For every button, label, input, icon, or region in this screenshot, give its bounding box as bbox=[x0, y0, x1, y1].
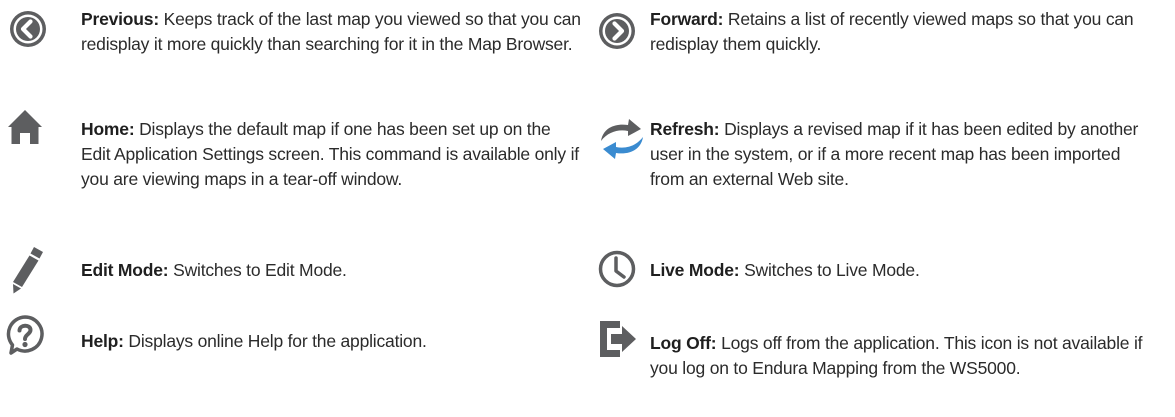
entry-previous: Previous: Keeps track of the last map yo… bbox=[81, 7, 581, 57]
entry-live-mode: Live Mode: Switches to Live Mode. bbox=[650, 258, 1150, 283]
entry-home: Home: Displays the default map if one ha… bbox=[81, 117, 581, 192]
arrow-right-circle-icon[interactable] bbox=[597, 11, 637, 51]
help-icon[interactable] bbox=[5, 314, 45, 356]
entry-log-off: Log Off: Logs off from the application. … bbox=[650, 331, 1150, 381]
entry-description: Displays online Help for the application… bbox=[123, 331, 427, 351]
clock-icon[interactable] bbox=[597, 249, 637, 289]
entry-help: Help: Displays online Help for the appli… bbox=[81, 329, 581, 354]
entry-edit-mode: Edit Mode: Switches to Edit Mode. bbox=[81, 258, 581, 283]
entry-refresh: Refresh: Displays a revised map if it ha… bbox=[650, 117, 1150, 192]
entry-term: Refresh: bbox=[650, 119, 720, 139]
entry-description: Logs off from the application. This icon… bbox=[650, 333, 1143, 378]
entry-term: Forward: bbox=[650, 9, 724, 29]
entry-forward: Forward: Retains a list of recently view… bbox=[650, 7, 1150, 57]
arrow-left-circle-icon[interactable] bbox=[8, 9, 48, 49]
entry-description: Displays the default map if one has been… bbox=[81, 119, 579, 189]
log-off-icon[interactable] bbox=[598, 318, 640, 360]
entry-description: Displays a revised map if it has been ed… bbox=[650, 119, 1139, 189]
entry-description: Retains a list of recently viewed maps s… bbox=[650, 9, 1134, 54]
entry-term: Help: bbox=[81, 331, 124, 351]
entry-term: Live Mode: bbox=[650, 260, 740, 280]
entry-term: Previous: bbox=[81, 9, 159, 29]
entry-description: Switches to Live Mode. bbox=[739, 260, 920, 280]
entry-description: Switches to Edit Mode. bbox=[168, 260, 347, 280]
pencil-icon[interactable] bbox=[10, 245, 46, 295]
home-icon[interactable] bbox=[6, 108, 44, 146]
entry-term: Home: bbox=[81, 119, 135, 139]
entry-term: Edit Mode: bbox=[81, 260, 169, 280]
refresh-icon[interactable] bbox=[595, 117, 649, 161]
entry-term: Log Off: bbox=[650, 333, 717, 353]
